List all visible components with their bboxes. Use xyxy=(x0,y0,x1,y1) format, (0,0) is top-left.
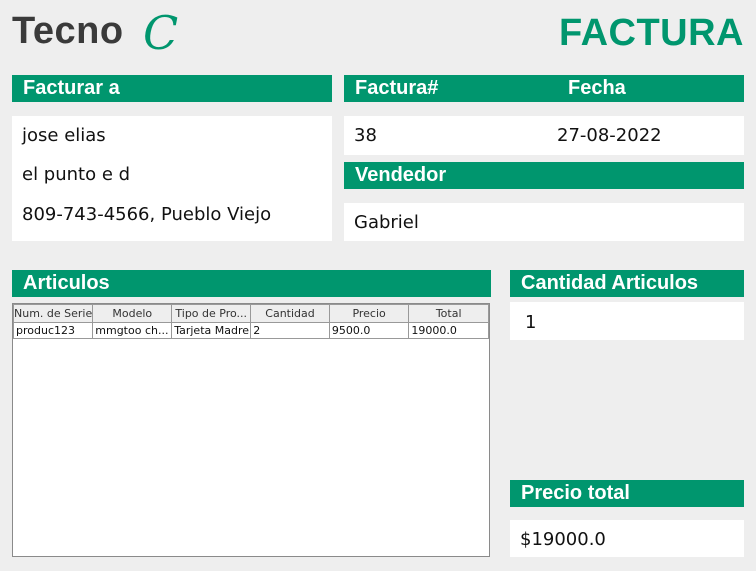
articles-table-container[interactable]: Num. de Serie Modelo Tipo de Pro... Cant… xyxy=(12,303,490,557)
invoice-panel: 38 27-08-2022 xyxy=(344,116,744,155)
bill-to-header: Facturar a xyxy=(12,75,332,102)
total-header: Precio total xyxy=(510,480,744,507)
quantity-value: 1 xyxy=(525,312,537,333)
customer-address: el punto e d xyxy=(22,164,131,185)
bill-to-header-label: Facturar a xyxy=(23,77,120,99)
cell-model[interactable]: mmgtoo ch... xyxy=(92,322,173,339)
cell-price[interactable]: 9500.0 xyxy=(328,322,410,339)
invoice-date: 27-08-2022 xyxy=(557,125,662,146)
invoice-date-header: Fecha xyxy=(568,77,626,99)
seller-panel: Gabriel xyxy=(344,203,744,241)
column-header-quantity[interactable]: Cantidad xyxy=(250,304,330,323)
total-header-label: Precio total xyxy=(521,482,630,504)
column-header-type[interactable]: Tipo de Pro... xyxy=(171,304,252,323)
customer-contact: 809-743-4566, Pueblo Viejo xyxy=(22,204,272,225)
document-title: FACTURA xyxy=(558,12,744,54)
invoice-number-header: Factura# xyxy=(355,77,439,99)
cell-type[interactable]: Tarjeta Madre xyxy=(171,322,252,339)
quantity-header: Cantidad Articulos xyxy=(510,270,744,297)
cell-total[interactable]: 19000.0 xyxy=(408,322,489,339)
cell-serial[interactable]: produc123 xyxy=(12,322,94,339)
quantity-header-label: Cantidad Articulos xyxy=(521,272,699,294)
column-header-model[interactable]: Modelo xyxy=(92,304,173,323)
cell-quantity[interactable]: 2 xyxy=(250,322,330,339)
customer-name: jose elias xyxy=(22,125,106,146)
articles-table: Num. de Serie Modelo Tipo de Pro... Cant… xyxy=(12,304,489,339)
invoice-number: 38 xyxy=(354,125,377,146)
invoice-header: Factura# Fecha xyxy=(344,75,744,102)
column-header-serial[interactable]: Num. de Serie xyxy=(12,304,94,323)
table-header-row: Num. de Serie Modelo Tipo de Pro... Cant… xyxy=(12,304,489,323)
table-row[interactable]: produc123 mmgtoo ch... Tarjeta Madre 2 9… xyxy=(12,322,489,339)
seller-name: Gabriel xyxy=(354,212,419,233)
bill-to-panel: jose elias el punto e d 809-743-4566, Pu… xyxy=(12,116,332,241)
column-header-total[interactable]: Total xyxy=(408,304,489,323)
articles-header-label: Articulos xyxy=(23,272,110,294)
brand-name: Tecno xyxy=(12,10,124,52)
articles-header: Articulos xyxy=(12,270,491,297)
seller-header-label: Vendedor xyxy=(355,164,447,186)
quantity-panel: 1 xyxy=(510,302,744,340)
total-panel: $19000.0 xyxy=(510,520,744,557)
column-header-price[interactable]: Precio xyxy=(328,304,410,323)
brand-logo-mark: C xyxy=(143,6,179,60)
total-value: $19000.0 xyxy=(520,529,606,550)
seller-header: Vendedor xyxy=(344,162,744,189)
